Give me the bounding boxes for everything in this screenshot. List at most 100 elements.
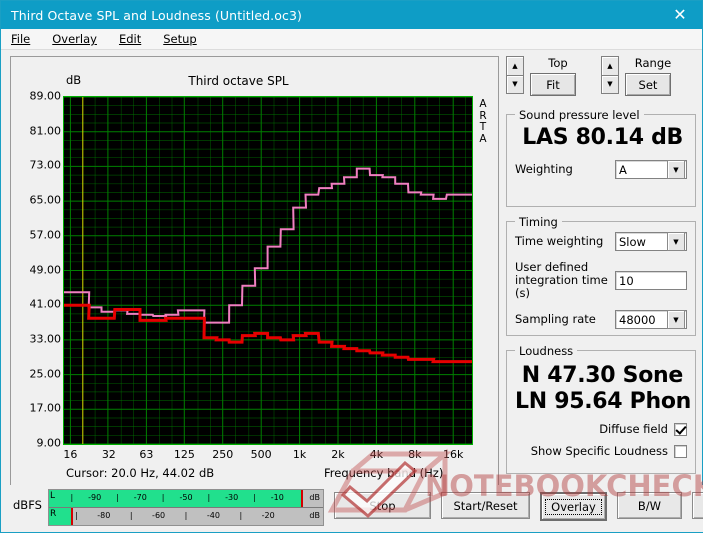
bottom-bar: dBFS -90 | -70 | -50 | -30 | -10 | L dB -80 | -60 | -… — [1, 485, 703, 532]
meter-tick-mark: | — [129, 511, 133, 520]
x-tick-label: 250 — [212, 448, 234, 461]
x-tick-label: 4k — [369, 448, 384, 461]
level-meter-left-unit: dB — [309, 493, 320, 502]
meter-tick-mark: | — [253, 493, 256, 502]
level-meter-right-ticks: -80 | -60 | -40 | -20 | — [49, 508, 323, 525]
sampling-rate-select[interactable]: 48000 ▼ — [615, 310, 687, 329]
loudness-sone: N 47.30 Sone — [521, 363, 684, 388]
y-tick-label: 49.00 — [29, 263, 62, 276]
chart-panel: Third octave SPL dB 89.00 81.00 73.00 65.00… — [10, 56, 499, 499]
diffuse-field-checkbox[interactable] — [674, 422, 687, 436]
bottom-button-row: Stop Start/Reset Overlay B/W Copy — [334, 492, 703, 521]
y-axis-unit: dB — [66, 73, 82, 87]
cursor-readout: Cursor: 20.0 Hz, 44.02 dB — [66, 466, 215, 480]
fit-button[interactable]: Fit — [530, 73, 576, 96]
sound-pressure-level-legend: Sound pressure level — [515, 108, 644, 122]
meter-tick-label: -50 — [179, 493, 193, 502]
menu-item-overlay[interactable]: Overlay — [50, 31, 99, 47]
integration-time-value: 10 — [619, 273, 634, 288]
meter-tick-label: -80 — [97, 511, 111, 520]
close-icon[interactable]: ✕ — [658, 1, 702, 29]
window-title: Third Octave SPL and Loudness (Untitled.… — [11, 7, 302, 23]
menu-item-file[interactable]: File — [9, 31, 32, 47]
y-tick-label: 57.00 — [29, 228, 62, 242]
level-meter-left: -90 | -70 | -50 | -30 | -10 | L dB — [49, 490, 323, 508]
sampling-rate-value: 48000 — [619, 312, 656, 327]
top-spinner[interactable]: ▲ ▼ — [506, 56, 524, 94]
copy-button[interactable]: Copy — [692, 492, 703, 519]
specific-loudness-row[interactable]: Show Specific Loudness — [515, 444, 687, 458]
range-spinner-down-icon[interactable]: ▼ — [601, 74, 619, 94]
range-spinner[interactable]: ▲ ▼ — [601, 56, 619, 94]
meter-tick-label: -10 — [270, 493, 284, 502]
loudness-phon: LN 95.64 Phon — [515, 389, 691, 414]
title-bar: Third Octave SPL and Loudness (Untitled.… — [1, 1, 702, 29]
chart-plot-area[interactable] — [63, 96, 473, 445]
meter-tick-mark: | — [184, 511, 188, 520]
chevron-down-icon[interactable]: ▼ — [667, 310, 685, 329]
scale-controls-row: ▲ ▼ Top Fit ▲ ▼ Range Set — [506, 56, 696, 100]
meter-tick-mark: | — [239, 511, 243, 520]
menu-item-edit[interactable]: Edit — [117, 31, 143, 47]
y-tick-label: 65.00 — [29, 193, 62, 207]
y-tick-label: 89.00 — [29, 89, 62, 103]
level-meter-right-unit: dB — [309, 511, 320, 520]
stop-button[interactable]: Stop — [334, 492, 431, 519]
x-tick-label: 63 — [139, 448, 154, 461]
meter-tick-label: -90 — [88, 493, 102, 502]
timing-group: Timing Time weighting Slow ▼ User define… — [506, 215, 696, 336]
x-tick-label: 125 — [173, 448, 195, 461]
level-meter-left-channel: L — [50, 491, 56, 501]
meter-tick-label: -70 — [133, 493, 147, 502]
weighting-select[interactable]: A ▼ — [615, 160, 687, 179]
level-meter-right-channel: R — [50, 509, 57, 519]
x-tick-label: 32 — [101, 448, 116, 461]
menu-item-setup-label: Setup — [163, 32, 197, 46]
loudness-legend: Loudness — [515, 344, 578, 358]
time-weighting-value: Slow — [619, 234, 646, 249]
integration-time-label: User defined integration time (s) — [515, 260, 608, 300]
bw-button[interactable]: B/W — [617, 492, 682, 519]
top-spinner-down-icon[interactable]: ▼ — [506, 74, 524, 94]
x-tick-label: 1k — [292, 448, 307, 461]
x-axis-tick-labels: 16 32 63 125 250 500 1k 2k 4k 8k 16k — [11, 448, 500, 464]
top-spinner-up-icon[interactable]: ▲ — [506, 56, 524, 75]
menu-bar: File Overlay Edit Setup — [1, 29, 702, 50]
set-button[interactable]: Set — [625, 73, 671, 96]
time-weighting-row: Time weighting Slow ▼ — [515, 232, 687, 251]
menu-item-file-label: File — [11, 32, 31, 46]
timing-legend: Timing — [515, 215, 562, 229]
menu-item-edit-label: Edit — [118, 32, 142, 46]
diffuse-field-row[interactable]: Diffuse field — [515, 422, 687, 436]
y-tick-label: 17.00 — [29, 401, 62, 415]
meter-tick-mark: | — [116, 493, 119, 502]
y-tick-label: 25.00 — [29, 367, 62, 381]
x-axis-label: Frequency band (Hz) — [324, 466, 444, 480]
sampling-rate-row: Sampling rate 48000 ▼ — [515, 310, 687, 329]
dbfs-label: dBFS — [13, 498, 42, 512]
specific-loudness-checkbox[interactable] — [674, 444, 687, 458]
integration-time-input[interactable]: 10 — [615, 271, 687, 290]
time-weighting-select[interactable]: Slow ▼ — [615, 232, 687, 251]
meter-tick-mark: | — [75, 511, 78, 520]
sound-pressure-level-group: Sound pressure level LAS 80.14 dB Weight… — [506, 108, 696, 207]
level-meter-left-ticks: -90 | -70 | -50 | -30 | -10 | — [49, 490, 323, 507]
loudness-group: Loudness N 47.30 Sone LN 95.64 Phon Diff… — [506, 344, 696, 474]
main-area: Third octave SPL dB 89.00 81.00 73.00 65.00… — [1, 50, 702, 505]
meter-tick-label: -60 — [152, 511, 166, 520]
x-tick-label: 2k — [331, 448, 345, 461]
application-window: Third Octave SPL and Loudness (Untitled.… — [0, 0, 703, 533]
overlay-button[interactable]: Overlay — [540, 492, 607, 521]
meter-tick-label: -40 — [206, 511, 220, 520]
right-control-column: ▲ ▼ Top Fit ▲ ▼ Range Set Sound pressure… — [506, 56, 696, 474]
chevron-down-icon[interactable]: ▼ — [667, 160, 685, 179]
range-spinner-up-icon[interactable]: ▲ — [601, 56, 619, 75]
x-tick-label: 500 — [250, 448, 272, 461]
top-label: Top — [548, 56, 568, 70]
time-weighting-label: Time weighting — [515, 234, 604, 248]
start-reset-button[interactable]: Start/Reset — [441, 492, 530, 519]
level-meter-right: -80 | -60 | -40 | -20 | R dB — [49, 508, 323, 525]
range-control-group: ▲ ▼ Range Set — [601, 56, 696, 96]
menu-item-setup[interactable]: Setup — [161, 31, 198, 47]
chevron-down-icon[interactable]: ▼ — [667, 232, 685, 251]
